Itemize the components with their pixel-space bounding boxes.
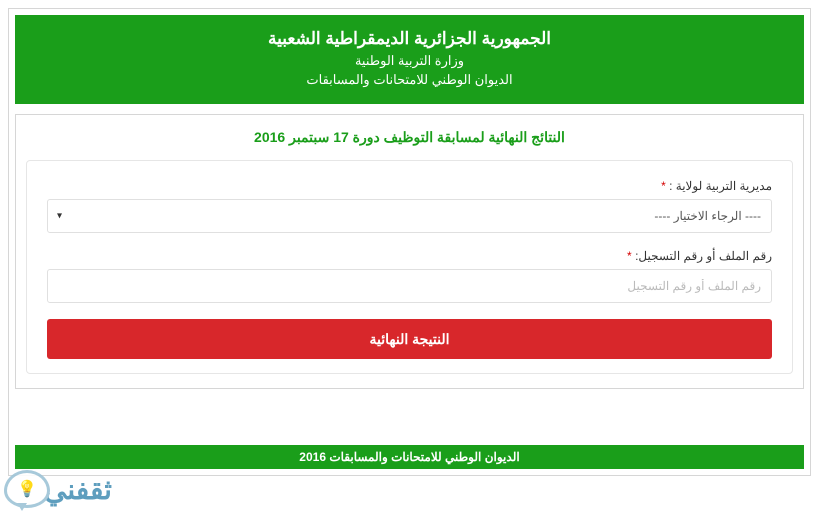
watermark-logo: 💡 ثقفني xyxy=(4,470,112,508)
wilaya-group: مديرية التربية لولاية : * ---- الرجاء ال… xyxy=(47,179,772,233)
wilaya-select[interactable]: ---- الرجاء الاختيار ---- xyxy=(47,199,772,233)
content-frame: النتائج النهائية لمسابقة التوظيف دورة 17… xyxy=(15,114,804,389)
file-input[interactable] xyxy=(47,269,772,303)
watermark-bubble-icon: 💡 xyxy=(4,470,50,508)
submit-button[interactable]: النتيجة النهائية xyxy=(47,319,772,359)
watermark-text: ثقفني xyxy=(44,473,112,506)
file-label: رقم الملف أو رقم التسجيل: * xyxy=(47,249,772,263)
required-mark: * xyxy=(627,249,632,263)
file-label-text: رقم الملف أو رقم التسجيل: xyxy=(635,249,772,263)
wilaya-label: مديرية التربية لولاية : * xyxy=(47,179,772,193)
header-ministry: وزارة التربية الوطنية xyxy=(25,53,794,69)
required-mark: * xyxy=(661,179,666,193)
header-republic: الجمهورية الجزائرية الديمقراطية الشعبية xyxy=(25,29,794,49)
form-box: مديرية التربية لولاية : * ---- الرجاء ال… xyxy=(26,160,793,374)
page-title: النتائج النهائية لمسابقة التوظيف دورة 17… xyxy=(22,121,797,160)
footer-bar: الديوان الوطني للامتحانات والمسابقات 201… xyxy=(15,445,804,469)
spacer xyxy=(15,389,804,439)
header-banner: الجمهورية الجزائرية الديمقراطية الشعبية … xyxy=(15,15,804,104)
lightbulb-icon: 💡 xyxy=(17,479,37,499)
wilaya-label-text: مديرية التربية لولاية : xyxy=(669,179,772,193)
wilaya-select-wrap: ---- الرجاء الاختيار ---- xyxy=(47,199,772,233)
file-group: رقم الملف أو رقم التسجيل: * xyxy=(47,249,772,303)
outer-frame: الجمهورية الجزائرية الديمقراطية الشعبية … xyxy=(8,8,811,476)
header-office: الديوان الوطني للامتحانات والمسابقات xyxy=(25,72,794,88)
